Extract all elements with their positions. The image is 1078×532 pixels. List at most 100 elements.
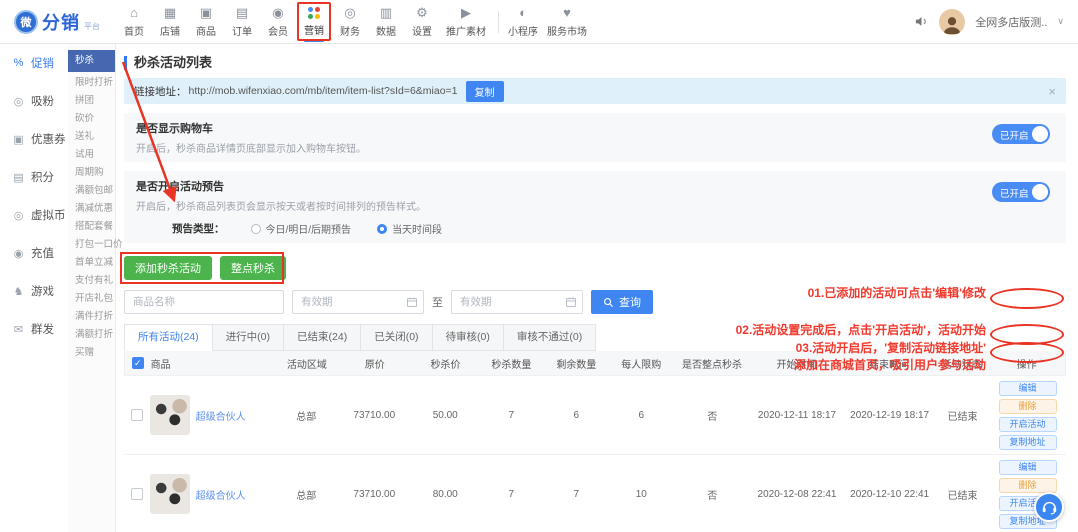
- tab-pending-review[interactable]: 待审核(0): [433, 324, 504, 351]
- tab-review-failed[interactable]: 审核不通过(0): [504, 324, 596, 351]
- copy-address-button[interactable]: 复制地址: [999, 435, 1057, 450]
- edit-button[interactable]: 编辑: [999, 381, 1057, 396]
- submenu-item-bargain[interactable]: 砍价: [68, 110, 115, 128]
- delete-button[interactable]: 删除: [999, 478, 1057, 493]
- sidebar-item-mass-send[interactable]: ✉ 群发: [0, 310, 68, 348]
- add-seckill-button[interactable]: 添加秒杀活动: [124, 256, 212, 280]
- submenu-item-cycle-buy[interactable]: 周期购: [68, 164, 115, 182]
- submenu-item-first-order[interactable]: 首单立减: [68, 254, 115, 272]
- submenu-item-package-price[interactable]: 打包一口价: [68, 236, 115, 254]
- nav-shop[interactable]: ▦ 店铺: [152, 0, 188, 44]
- submenu-item-shop-gift[interactable]: 开店礼包: [68, 290, 115, 308]
- annotation-note-3a: 03.活动开启后，'复制活动链接地址': [796, 339, 986, 356]
- edit-button[interactable]: 编辑: [999, 460, 1057, 475]
- submenu-item-combo[interactable]: 搭配套餐: [68, 218, 115, 236]
- nav-orders[interactable]: ▤ 订单: [224, 0, 260, 44]
- tab-closed[interactable]: 已关闭(0): [361, 324, 432, 351]
- annotation-note-2: 02.活动设置完成后，点击'开启活动'，活动开始: [736, 321, 986, 338]
- preview-toggle[interactable]: 已开启: [992, 182, 1050, 202]
- sidebar-item-points[interactable]: ▤ 积分: [0, 158, 68, 196]
- chevron-down-icon[interactable]: ∨: [1057, 16, 1064, 27]
- submenu-item-group-buy[interactable]: 拼团: [68, 92, 115, 110]
- nav-home[interactable]: ⌂ 首页: [116, 0, 152, 44]
- promo-material-icon: ▶: [461, 6, 471, 21]
- start-date-input[interactable]: [292, 290, 424, 314]
- nav-marketing[interactable]: 营销: [296, 0, 332, 44]
- finance-icon: ◎: [344, 6, 355, 21]
- promotion-icon: %: [12, 57, 25, 69]
- tab-ended[interactable]: 已结束(24): [284, 324, 361, 351]
- tab-in-progress[interactable]: 进行中(0): [213, 324, 284, 351]
- account-name[interactable]: 全网多店版测..: [975, 14, 1047, 30]
- submenu-item-free-shipping[interactable]: 满额包邮: [68, 182, 115, 200]
- product-name-link[interactable]: 超级合伙人: [196, 408, 246, 423]
- nav-promo-material[interactable]: ▶ 推广素材: [440, 0, 492, 44]
- delete-button[interactable]: 删除: [999, 399, 1057, 414]
- query-button[interactable]: 查询: [591, 290, 653, 314]
- nav-settings[interactable]: ⚙ 设置: [404, 0, 440, 44]
- sidebar-item-games[interactable]: ♞ 游戏: [0, 272, 68, 310]
- open-activity-button[interactable]: 开启活动: [999, 417, 1057, 432]
- submenu-item-amount-discount[interactable]: 满额打折: [68, 326, 115, 344]
- avatar[interactable]: [939, 9, 965, 35]
- setting-desc: 开启后，秒杀商品列表页会显示按天或者按时间排列的预告样式。: [136, 198, 1054, 213]
- setting-cart-panel: 是否显示购物车 开启后，秒杀商品详情页底部显示加入购物车按钮。 已开启: [124, 113, 1066, 162]
- points-icon: ▤: [12, 171, 25, 184]
- sidebar-item-virtual-coin[interactable]: ◎ 虚拟币: [0, 196, 68, 234]
- preview-type-row: 预告类型： 今日/明日/后期预告 当天时间段: [136, 221, 1054, 236]
- speaker-icon[interactable]: [914, 14, 929, 29]
- submenu-item-full-discount[interactable]: 满减优惠: [68, 200, 115, 218]
- status-badge: 已结束: [936, 408, 989, 423]
- orders-icon: ▤: [236, 6, 248, 21]
- product-name-input[interactable]: [124, 290, 284, 314]
- submenu-item-time-discount[interactable]: 限时打折: [68, 74, 115, 92]
- submenu-item-trial[interactable]: 试用: [68, 146, 115, 164]
- radio-icon: [377, 224, 387, 234]
- whole-hour-seckill-button[interactable]: 整点秒杀: [220, 256, 286, 280]
- sidebar-item-promotion[interactable]: % 促销: [0, 44, 68, 82]
- product-name-link[interactable]: 超级合伙人: [196, 487, 246, 502]
- toggle-knob: [1032, 184, 1048, 200]
- copy-link-button[interactable]: 复制: [466, 81, 504, 102]
- customer-service-fab[interactable]: [1034, 492, 1064, 522]
- radio-time-range[interactable]: 当天时间段: [377, 221, 442, 236]
- row-checkbox[interactable]: [131, 488, 143, 500]
- product-image: [150, 395, 190, 435]
- submenu-item-buy-gift[interactable]: 买赠: [68, 344, 115, 362]
- select-all-checkbox[interactable]: ✓: [132, 357, 144, 369]
- start-date-wrap: [292, 290, 424, 314]
- submenu-item-seckill[interactable]: 秒杀: [68, 50, 115, 72]
- nav-goods[interactable]: ▣ 商品: [188, 0, 224, 44]
- logo-brand: 分销: [42, 9, 80, 35]
- submenu-item-pay-gift[interactable]: 支付有礼: [68, 272, 115, 290]
- close-icon[interactable]: ×: [1048, 85, 1056, 98]
- toggle-knob: [1032, 126, 1048, 142]
- sidebar-item-recharge[interactable]: ◉ 充值: [0, 234, 68, 272]
- preview-type-label: 预告类型：: [172, 221, 225, 236]
- nav-service-market[interactable]: ♥ 服务市场: [541, 0, 593, 44]
- nav-miniprogram[interactable]: ◐ 小程序: [505, 0, 541, 44]
- table-row: 超级合伙人 总部 73710.00 50.00 7 6 6 否 2020-12-…: [124, 376, 1066, 455]
- nav-finance[interactable]: ◎ 财务: [332, 0, 368, 44]
- recharge-icon: ◉: [12, 247, 25, 260]
- nav-members[interactable]: ◉ 会员: [260, 0, 296, 44]
- fans-icon: ◎: [12, 95, 25, 108]
- submenu: 秒杀 限时打折 拼团 砍价 送礼 试用 周期购 满额包邮 满减优惠 搭配套餐 打…: [68, 44, 116, 532]
- sidebar-item-coupon[interactable]: ▣ 优惠券: [0, 120, 68, 158]
- home-icon: ⌂: [130, 6, 138, 21]
- submenu-item-gift[interactable]: 送礼: [68, 128, 115, 146]
- app-logo: 微 分销 平台: [14, 9, 110, 35]
- goods-icon: ▣: [200, 6, 212, 21]
- sidebar-item-fans[interactable]: ◎ 吸粉: [0, 82, 68, 120]
- submenu-item-qty-discount[interactable]: 满件打折: [68, 308, 115, 326]
- top-nav: ⌂ 首页 ▦ 店铺 ▣ 商品 ▤ 订单 ◉ 会员 营销: [116, 0, 593, 44]
- row-checkbox[interactable]: [131, 409, 143, 421]
- cart-toggle[interactable]: 已开启: [992, 124, 1050, 144]
- radio-day-preview[interactable]: 今日/明日/后期预告: [251, 221, 352, 236]
- miniprogram-icon: ◐: [519, 6, 527, 21]
- end-date-input[interactable]: [451, 290, 583, 314]
- radio-icon: [251, 224, 261, 234]
- tab-all-activities[interactable]: 所有活动(24): [124, 324, 213, 351]
- annotation-note-3b: 添加在商城首页，吸引用户参与活动: [794, 356, 986, 373]
- nav-data[interactable]: ▥ 数据: [368, 0, 404, 44]
